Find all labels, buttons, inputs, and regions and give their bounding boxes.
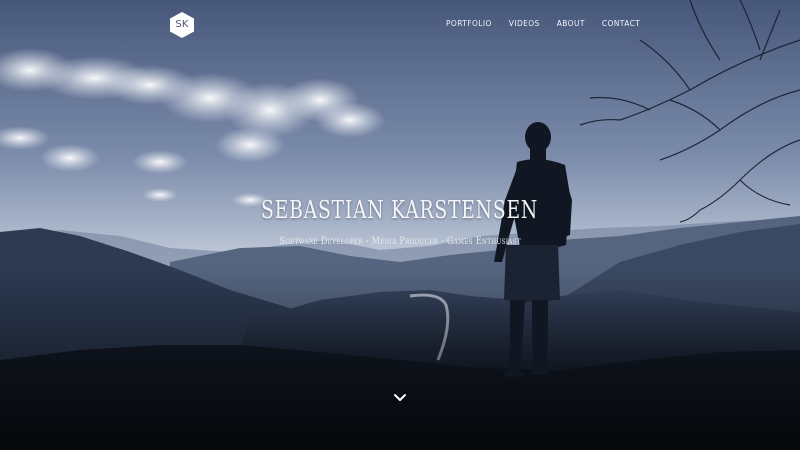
nav-link-contact[interactable]: CONTACT [602,19,640,28]
nav-link-about[interactable]: ABOUT [557,19,585,28]
main-nav: PORTFOLIO VIDEOS ABOUT CONTACT [446,19,657,28]
site-logo[interactable]: SK [169,11,195,39]
chevron-down-icon [394,394,406,401]
hero-section: SK PORTFOLIO VIDEOS ABOUT CONTACT SEBAST… [0,0,800,450]
hero-subtitle: Software Developer - Media Producer - Ga… [0,236,800,247]
nav-link-portfolio[interactable]: PORTFOLIO [446,19,492,28]
logo-monogram: SK [175,19,189,30]
hero-title-text: SEBASTIAN KARSTENSEN [261,196,539,224]
hero-background-image [0,0,800,450]
hero-subtitle-text: Software Developer - Media Producer - Ga… [279,236,521,247]
nav-link-videos[interactable]: VIDEOS [509,19,540,28]
hero-title: SEBASTIAN KARSTENSEN [0,196,800,224]
scroll-down-button[interactable] [392,390,408,404]
